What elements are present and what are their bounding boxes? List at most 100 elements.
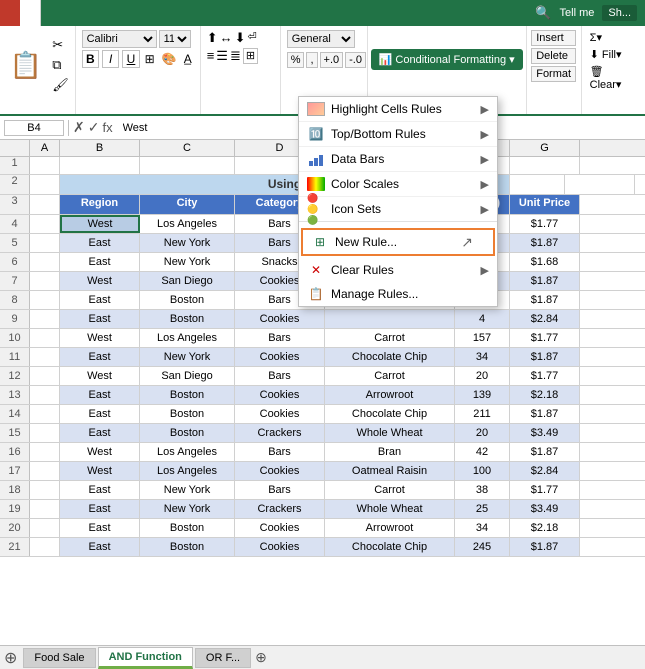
cell[interactable] <box>510 175 565 194</box>
cell[interactable]: Oatmeal Raisin <box>325 462 455 480</box>
border-button[interactable]: ⊞ <box>143 52 157 66</box>
col-header-c[interactable]: C <box>140 140 235 156</box>
cell[interactable]: 211 <box>455 405 510 423</box>
cell[interactable]: East <box>60 424 140 442</box>
cell[interactable]: East <box>60 538 140 556</box>
conditional-formatting-button[interactable]: 📊 Conditional Formatting ▾ <box>371 49 523 70</box>
cell[interactable]: Boston <box>140 519 235 537</box>
italic-button[interactable]: I <box>102 50 119 68</box>
cell[interactable]: East <box>60 348 140 366</box>
cell[interactable]: $1.77 <box>510 329 580 347</box>
cell[interactable] <box>510 157 580 174</box>
cell[interactable]: Arrowroot <box>325 519 455 537</box>
tab-insert[interactable] <box>41 0 61 26</box>
tab-help[interactable] <box>181 0 201 26</box>
menu-item-highlight-cells[interactable]: Highlight Cells Rules ▶ <box>299 97 497 122</box>
cell[interactable]: New York <box>140 500 235 518</box>
cell[interactable]: West <box>60 367 140 385</box>
wrap-text-button[interactable]: ⏎ <box>248 30 257 46</box>
cell[interactable]: 34 <box>455 519 510 537</box>
cell-header-city[interactable]: City <box>140 195 235 214</box>
decrease-decimal-button[interactable]: -.0 <box>345 52 366 68</box>
add-sheet-button[interactable]: ⊕ <box>4 648 17 668</box>
bold-button[interactable]: B <box>82 50 99 68</box>
col-header-b[interactable]: B <box>60 140 140 156</box>
paste-button[interactable]: 📋 <box>6 50 46 80</box>
confirm-formula-icon[interactable]: ✓ <box>88 119 100 136</box>
cell[interactable]: West <box>60 272 140 290</box>
conditional-formatting-menu[interactable]: Highlight Cells Rules ▶ 🔟 Top/Bottom Rul… <box>298 96 498 307</box>
cell[interactable] <box>30 519 60 537</box>
cell[interactable]: $1.87 <box>510 443 580 461</box>
cell[interactable] <box>30 234 60 252</box>
cell[interactable] <box>30 386 60 404</box>
cell[interactable]: $1.87 <box>510 538 580 556</box>
cell[interactable]: West <box>60 329 140 347</box>
cell[interactable]: $1.87 <box>510 234 580 252</box>
cell[interactable]: Bars <box>235 367 325 385</box>
menu-item-top-bottom[interactable]: 🔟 Top/Bottom Rules ▶ <box>299 122 497 147</box>
cell[interactable] <box>30 195 60 214</box>
cell[interactable]: New York <box>140 253 235 271</box>
tab-view[interactable] <box>141 0 161 26</box>
cell[interactable]: $1.87 <box>510 405 580 423</box>
align-right-button[interactable]: ≣ <box>230 48 241 64</box>
cell[interactable]: $2.18 <box>510 519 580 537</box>
tab-data[interactable] <box>101 0 121 26</box>
cell[interactable]: East <box>60 253 140 271</box>
align-left-button[interactable]: ≡ <box>207 48 215 64</box>
cell[interactable]: Bran <box>325 443 455 461</box>
cell[interactable]: East <box>60 310 140 328</box>
cell[interactable]: New York <box>140 481 235 499</box>
fill-color-button[interactable]: 🎨 <box>160 52 179 66</box>
cell[interactable]: $1.77 <box>510 367 580 385</box>
cell[interactable]: Bars <box>235 481 325 499</box>
cell-header-region[interactable]: Region <box>60 195 140 214</box>
cell[interactable]: New York <box>140 234 235 252</box>
cell[interactable] <box>30 367 60 385</box>
font-size-select[interactable]: 11 <box>159 30 191 48</box>
cell[interactable]: Chocolate Chip <box>325 405 455 423</box>
underline-button[interactable]: U <box>122 50 139 68</box>
number-format-select[interactable]: General <box>287 30 355 48</box>
format-painter-button[interactable]: 🖌 <box>50 76 71 94</box>
cell[interactable] <box>30 348 60 366</box>
cell[interactable]: $2.18 <box>510 386 580 404</box>
cell[interactable]: 25 <box>455 500 510 518</box>
cell[interactable]: $1.68 <box>510 253 580 271</box>
cell[interactable]: Cookies <box>235 462 325 480</box>
col-header-a[interactable]: A <box>30 140 60 156</box>
cell-reference-box[interactable] <box>4 120 64 136</box>
cell[interactable]: Arrowroot <box>325 386 455 404</box>
cell[interactable]: Boston <box>140 310 235 328</box>
cell[interactable]: 4 <box>455 310 510 328</box>
cell[interactable]: 42 <box>455 443 510 461</box>
cell[interactable] <box>60 157 140 174</box>
align-top-button[interactable]: ⬆ <box>207 30 218 46</box>
cell[interactable]: 20 <box>455 367 510 385</box>
cell[interactable]: Chocolate Chip <box>325 538 455 556</box>
add-sheet-button-2[interactable]: ⊕ <box>255 649 267 666</box>
cell[interactable] <box>30 157 60 174</box>
share-icon[interactable]: Sh... <box>602 5 637 21</box>
cell[interactable] <box>30 329 60 347</box>
cell[interactable]: Cookies <box>235 386 325 404</box>
cell[interactable]: East <box>60 519 140 537</box>
cell[interactable]: 100 <box>455 462 510 480</box>
cell[interactable]: West <box>60 443 140 461</box>
menu-item-manage-rules[interactable]: 📋 Manage Rules... <box>299 282 497 306</box>
insert-function-icon[interactable]: fx <box>102 120 112 135</box>
merge-button[interactable]: ⊞ <box>243 48 258 64</box>
cell[interactable]: East <box>60 500 140 518</box>
cell-header-price[interactable]: Unit Price <box>510 195 580 214</box>
cell[interactable] <box>30 253 60 271</box>
cell[interactable] <box>30 175 60 194</box>
cell[interactable]: Cookies <box>235 348 325 366</box>
tab-develop[interactable] <box>161 0 181 26</box>
format-cells-button[interactable]: Format <box>531 66 576 82</box>
cell[interactable]: Boston <box>140 291 235 309</box>
cell[interactable]: $1.77 <box>510 481 580 499</box>
cell[interactable]: Crackers <box>235 500 325 518</box>
cell[interactable]: Boston <box>140 424 235 442</box>
cell[interactable]: Carrot <box>325 329 455 347</box>
